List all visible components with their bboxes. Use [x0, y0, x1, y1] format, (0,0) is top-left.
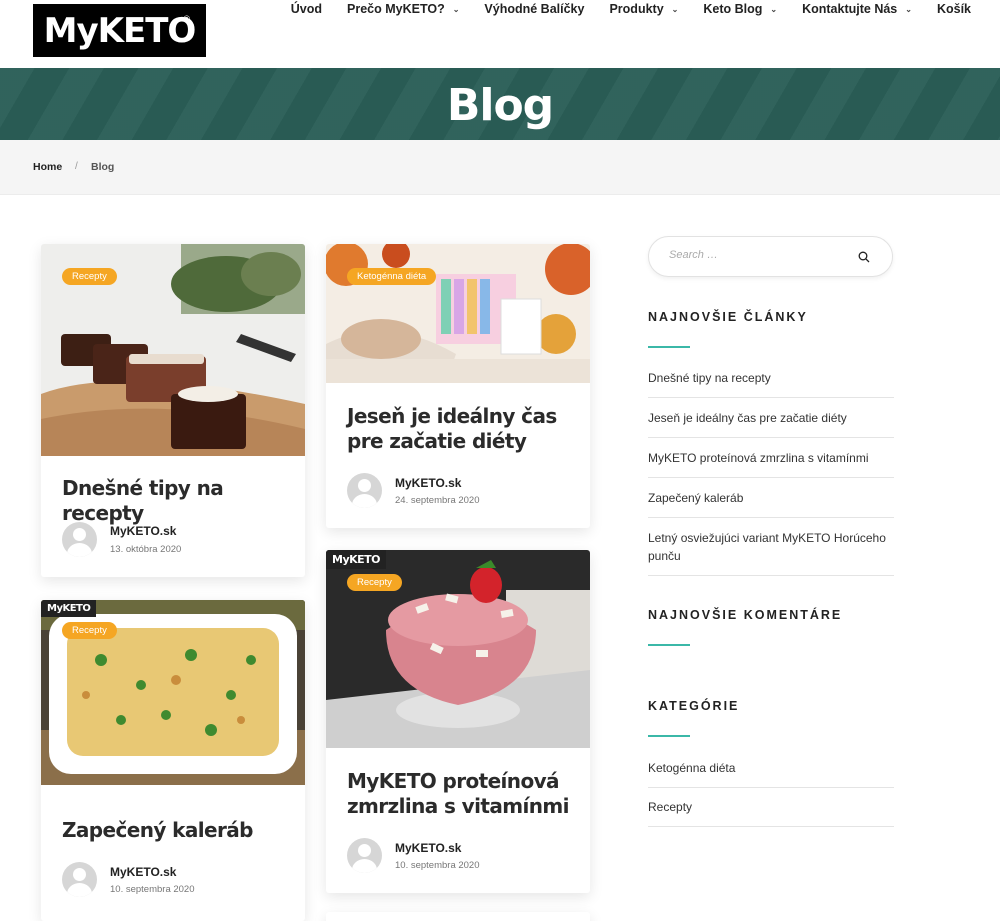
category-link[interactable]: Ketogénna diéta: [648, 759, 894, 788]
chevron-down-icon: ⌄: [905, 4, 912, 14]
page-title: Blog: [446, 80, 554, 131]
author-avatar: [62, 522, 97, 557]
breadcrumb-current: Blog: [91, 161, 115, 173]
post-card[interactable]: Ketogénna diéta Jeseň je ideálny čas pre…: [326, 244, 590, 528]
post-card[interactable]: MyKETO Recepty MyKETO proteínová zmrzlin…: [326, 550, 590, 893]
post-author[interactable]: MyKETO.sk: [395, 476, 461, 490]
widget-title-underline: [648, 644, 690, 646]
main-nav: Úvod Prečo MyKETO? ⌄ Výhodné Balíčky Prod…: [278, 0, 971, 18]
chevron-down-icon: ⌄: [770, 4, 778, 14]
breadcrumb-separator: /: [75, 161, 78, 172]
post-author[interactable]: MyKETO.sk: [110, 524, 176, 538]
category-badge[interactable]: Recepty: [62, 268, 117, 285]
author-avatar: [347, 838, 382, 873]
recent-post-link[interactable]: MyKETO proteínová zmrzlina s vitamínmi: [648, 449, 894, 478]
site-header: MyKETO ® Úvod Prečo MyKETO? ⌄ Výhodné Bal…: [0, 0, 1000, 68]
post-date: 10. septembra 2020: [110, 884, 195, 895]
nav-label: Prečo MyKETO?: [347, 1, 445, 16]
author-avatar: [62, 862, 97, 897]
category-badge[interactable]: Ketogénna diéta: [347, 268, 437, 285]
chevron-down-icon: ⌄: [452, 4, 460, 14]
author-avatar: [347, 473, 382, 508]
post-date: 10. septembra 2020: [395, 860, 480, 871]
nav-label: Keto Blog: [703, 1, 763, 16]
nav-item-kontaktujte-nas[interactable]: Kontaktujte Nás ⌄: [789, 0, 924, 18]
category-badge[interactable]: Recepty: [62, 622, 117, 639]
nav-label: Kontaktujte Nás: [802, 1, 898, 16]
nav-item-preco-myketo[interactable]: Prečo MyKETO? ⌄: [334, 0, 471, 18]
image-brand-mark: MyKETO: [326, 550, 387, 569]
page-banner: Blog: [0, 68, 1000, 140]
post-author[interactable]: MyKETO.sk: [395, 841, 461, 855]
post-title[interactable]: Jeseň je ideálny čas pre začatie diéty: [347, 404, 576, 454]
post-card[interactable]: [326, 912, 590, 921]
breadcrumb: Home / Blog: [0, 140, 1000, 195]
category-link[interactable]: Recepty: [648, 798, 894, 827]
nav-item-produkty[interactable]: Produkty ⌄: [596, 0, 690, 18]
recent-post-link[interactable]: Dnešné tipy na recepty: [648, 369, 894, 398]
nav-label: Produkty: [609, 1, 664, 16]
recent-post-link[interactable]: Letný osviežujúci variant MyKETO Horúceh…: [648, 529, 894, 576]
post-image-autumn-products[interactable]: [326, 244, 590, 383]
post-title[interactable]: Zapečený kaleráb: [62, 818, 291, 843]
nav-item-vyhodne-balicky[interactable]: Výhodné Balíčky: [471, 0, 596, 18]
nav-item-keto-blog[interactable]: Keto Blog ⌄: [690, 0, 789, 18]
nav-item-uvod[interactable]: Úvod: [278, 0, 334, 18]
breadcrumb-home-link[interactable]: Home: [33, 161, 62, 173]
post-date: 24. septembra 2020: [395, 495, 480, 506]
search-box: [648, 236, 893, 277]
search-icon[interactable]: [858, 251, 870, 263]
widget-title-recent-comments: NAJNOVŠIE KOMENTÁRE: [648, 608, 843, 622]
widget-title-underline: [648, 735, 690, 737]
category-badge[interactable]: Recepty: [347, 574, 402, 591]
nav-item-kosik[interactable]: Košík: [924, 0, 971, 18]
post-author[interactable]: MyKETO.sk: [110, 865, 176, 879]
nav-label: Košík: [936, 1, 971, 16]
recent-post-link[interactable]: Jeseň je ideálny čas pre začatie diéty: [648, 409, 894, 438]
widget-title-recent-posts: NAJNOVŠIE ČLÁNKY: [648, 310, 808, 324]
chevron-down-icon: ⌄: [671, 4, 679, 14]
widget-title-underline: [648, 346, 690, 348]
logo-text: MyKETO: [43, 10, 197, 51]
post-card[interactable]: Recepty Dnešné tipy na recepty MyKETO.sk…: [41, 244, 305, 577]
post-title[interactable]: Dnešné tipy na recepty: [62, 476, 291, 526]
search-input[interactable]: [669, 249, 849, 261]
nav-label: Úvod: [290, 1, 322, 16]
widget-title-categories: KATEGÓRIE: [648, 699, 740, 713]
myketo-logo[interactable]: MyKETO ®: [33, 4, 206, 57]
recent-post-link[interactable]: Zapečený kaleráb: [648, 489, 894, 518]
post-title[interactable]: MyKETO proteínová zmrzlina s vitamínmi: [347, 769, 576, 819]
nav-label: Výhodné Balíčky: [484, 1, 585, 16]
logo-registered-mark: ®: [183, 14, 190, 24]
image-brand-mark: MyKETO: [41, 600, 97, 617]
post-card[interactable]: MyKETO Recepty Zapečený kaleráb MyKETO.s…: [41, 600, 305, 921]
post-date: 13. októbra 2020: [110, 544, 182, 555]
